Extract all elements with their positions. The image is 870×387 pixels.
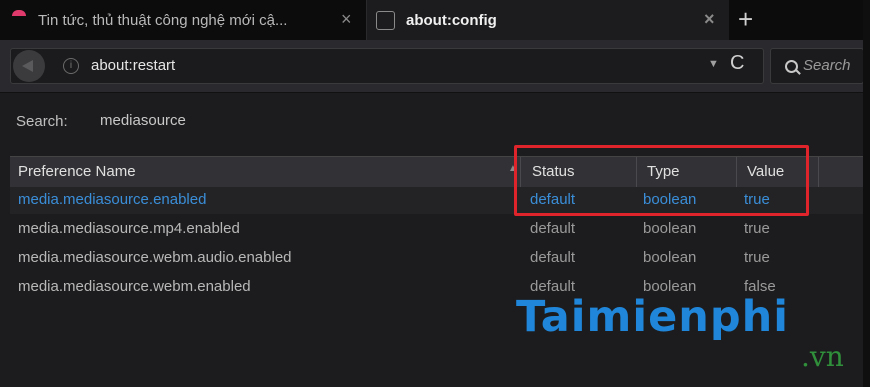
window-edge: [863, 0, 870, 387]
page-icon: [376, 10, 395, 30]
preference-value: true: [744, 220, 770, 237]
watermark-logo: Taimienphi: [516, 292, 789, 342]
preference-status: default: [530, 249, 576, 266]
close-tab-icon[interactable]: ×: [341, 9, 352, 30]
table-row[interactable]: media.mediasource.webm.audio.enabled def…: [10, 245, 870, 272]
new-tab-button[interactable]: +: [738, 4, 753, 35]
search-placeholder: Search: [803, 57, 851, 74]
search-icon: [785, 60, 798, 73]
preference-status: default: [530, 220, 576, 237]
watermark-domain: .vn: [801, 340, 844, 373]
tab-about-config[interactable]: about:config ×: [366, 0, 729, 40]
tab-title: Tin tức, thủ thuật công nghệ mới cậ...: [38, 11, 288, 29]
close-tab-icon[interactable]: ×: [704, 9, 715, 30]
site-favicon-icon: [12, 10, 26, 20]
url-bar[interactable]: i about:restart ▼ C: [10, 48, 764, 84]
search-label: Search:: [16, 113, 68, 130]
table-row[interactable]: media.mediasource.mp4.enabled default bo…: [10, 216, 870, 243]
tab-title: about:config: [406, 11, 497, 29]
preference-value: true: [744, 249, 770, 266]
column-preference-name[interactable]: Preference Name: [18, 163, 136, 180]
navigation-toolbar: i about:restart ▼ C Search: [0, 40, 870, 93]
back-button[interactable]: [13, 50, 45, 82]
preference-name: media.mediasource.mp4.enabled: [18, 220, 240, 237]
preference-name: media.mediasource.enabled: [18, 191, 207, 208]
history-dropdown-icon[interactable]: ▼: [708, 58, 719, 70]
tab-strip: Tin tức, thủ thuật công nghệ mới cậ... ×…: [0, 0, 870, 40]
highlight-annotation-box: [514, 145, 809, 216]
reload-icon[interactable]: C: [730, 52, 744, 75]
info-icon[interactable]: i: [63, 58, 79, 74]
preference-name: media.mediasource.webm.audio.enabled: [18, 249, 292, 266]
column-divider[interactable]: [818, 157, 819, 187]
config-search-bar: Search:: [0, 93, 870, 153]
preference-type: boolean: [643, 249, 697, 266]
preference-type: boolean: [643, 220, 697, 237]
config-search-input[interactable]: [90, 105, 400, 135]
preference-name: media.mediasource.webm.enabled: [18, 278, 251, 295]
search-box[interactable]: Search: [770, 48, 864, 84]
url-text[interactable]: about:restart: [91, 57, 175, 74]
tab-news[interactable]: Tin tức, thủ thuật công nghệ mới cậ... ×: [8, 0, 366, 40]
